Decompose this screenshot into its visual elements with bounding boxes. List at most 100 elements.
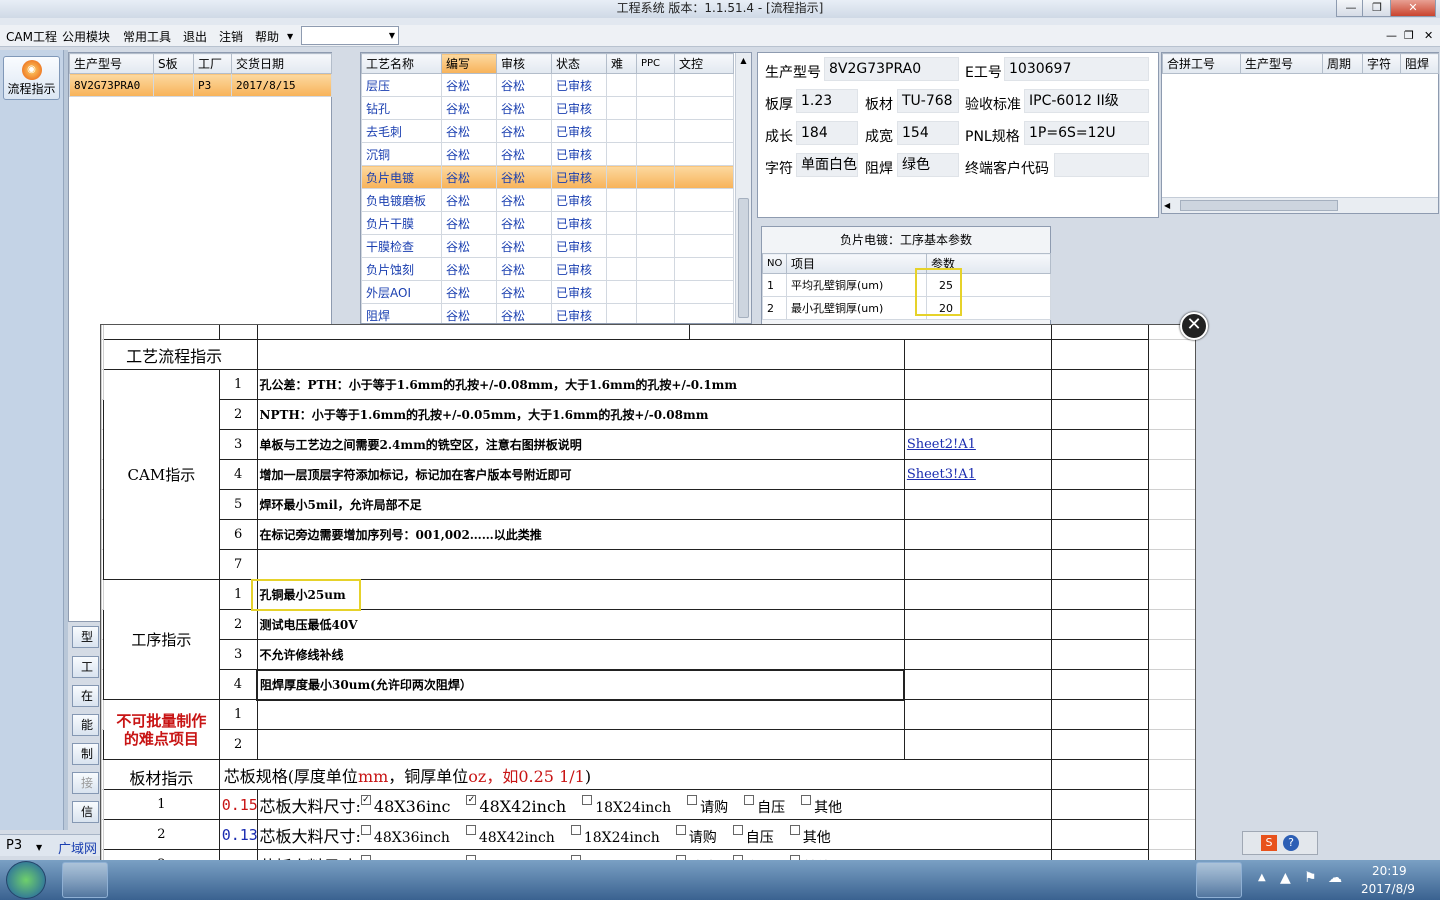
menu-tools[interactable]: 常用工具 (123, 28, 171, 45)
col-delivery-date[interactable]: 交货日期 (231, 53, 332, 74)
menu-help[interactable]: 帮助 (255, 28, 279, 45)
cam-instruction[interactable] (256, 549, 905, 580)
core-option[interactable]: 其他 (801, 794, 842, 816)
checkbox[interactable] (732, 824, 743, 835)
proc-row[interactable]: 4 阻焊厚度最小30um(允许印两次阻焊） (101, 668, 1195, 701)
cam-instruction[interactable]: 单板与工艺边之间需要2.4mm的铣空区，注意右图拼板说明 (256, 429, 905, 460)
menu-logout[interactable]: 注销 (219, 28, 243, 45)
col-merge-char[interactable]: 字符 (1362, 53, 1401, 74)
table-row[interactable]: 钻孔 谷松 谷松 已审核 (361, 96, 734, 120)
menu-common-modules[interactable]: 公用模块 (62, 28, 110, 45)
hard-row[interactable]: 2 (101, 729, 1195, 760)
thick-field[interactable]: 1.23 (796, 89, 858, 113)
sidebar-btn-info[interactable]: 信 (72, 801, 99, 823)
core-option[interactable]: 自压 (732, 824, 774, 846)
col-doc-control[interactable]: 文控 (674, 53, 734, 74)
sidebar-btn-capacity[interactable]: 能 (72, 714, 99, 736)
col-ppc[interactable]: PPC (636, 53, 675, 74)
cam-instruction[interactable]: 焊环最小5mil，允许局部不足 (256, 489, 905, 520)
table-row[interactable]: 2 最小孔壁铜厚(um) 20 (762, 296, 1051, 320)
core-option[interactable]: 48X42inch (465, 824, 555, 846)
core-thickness[interactable]: 0.13 (218, 819, 258, 850)
tray-expand-icon[interactable]: ▲ (1258, 872, 1266, 883)
cam-row[interactable]: 6 在标记旁边需要增加序列号：001,002……以此类推 (101, 519, 1195, 550)
help-dropdown-icon[interactable]: ▼ (287, 32, 293, 41)
sheet-link[interactable] (903, 549, 1052, 580)
core-row[interactable]: 1 0.15 芯板大料尺寸:✓ 48X36inc ✓ 48X42inch 18X24inch… (101, 789, 1195, 820)
char-field[interactable]: 单面白色 (796, 153, 858, 177)
pnl-field[interactable]: 1P=6S=12U (1024, 121, 1149, 145)
core-option[interactable]: 自压 (744, 794, 785, 816)
clock-date[interactable]: 2017/8/9 (1361, 882, 1415, 896)
sidebar-btn-model[interactable]: 型 (72, 626, 99, 648)
sidebar-btn-receive[interactable]: 接 (72, 772, 99, 794)
proc-instruction[interactable]: 不允许修线补线 (256, 639, 905, 670)
wid-field[interactable]: 154 (897, 121, 959, 145)
table-row[interactable]: 8V2G73PRA0 P3 2017/8/15 (69, 73, 332, 97)
mdi-minimize-icon[interactable]: — (1386, 29, 1397, 42)
cam-row[interactable]: CAM指示 1 孔公差：PTH：小于等于1.6mm的孔按+/-0.08mm，大于1.… (101, 369, 1195, 580)
proc-row[interactable]: 3 不允许修线补线 (101, 639, 1195, 670)
hard-item[interactable] (256, 729, 905, 760)
len-field[interactable]: 184 (796, 121, 858, 145)
hard-item[interactable] (256, 699, 905, 730)
close-sheet-button[interactable]: ✕ (1180, 312, 1208, 340)
material-field[interactable]: TU-768 (897, 89, 959, 113)
col-param-item[interactable]: 项目 (786, 253, 927, 274)
taskbar-app-icon[interactable] (62, 862, 108, 898)
core-option[interactable]: 18X24inch (582, 794, 671, 816)
proc-row[interactable]: 2 测试电压最低40V (101, 609, 1195, 640)
ime-toolbar[interactable]: S ? (1242, 831, 1318, 855)
col-param-no[interactable]: NO (762, 253, 787, 274)
browser-icon[interactable]: ☁ (1328, 870, 1342, 886)
col-merge-eno[interactable]: 合拼工号 (1162, 53, 1241, 74)
sheet-link[interactable] (903, 369, 1052, 400)
core-option[interactable]: ✓ 48X42inch (466, 794, 566, 816)
table-row[interactable]: 去毛刺 谷松 谷松 已审核 (361, 119, 734, 143)
cam-row[interactable]: 7 (101, 549, 1195, 580)
sheet-link[interactable] (903, 489, 1052, 520)
mdi-close-icon[interactable]: ✕ (1424, 29, 1433, 42)
table-row[interactable]: 1 平均孔壁铜厚(um) 25 (762, 273, 1051, 297)
process-scrollbar[interactable]: ▲ (735, 53, 751, 323)
ime-icon[interactable]: S (1261, 835, 1277, 851)
table-row[interactable]: 沉铜 谷松 谷松 已审核 (361, 142, 734, 166)
checkbox[interactable] (465, 824, 476, 835)
checkbox[interactable] (801, 794, 812, 805)
core-option[interactable]: 18X24inch (570, 824, 660, 846)
sidebar-btn-wip[interactable]: 在 (72, 685, 99, 707)
col-reviewer[interactable]: 审核 (496, 53, 552, 74)
sheet-link[interactable]: Sheet3!A1 (903, 459, 1052, 490)
flag-icon[interactable]: ⚑ (1304, 870, 1317, 886)
sidebar-btn-work[interactable]: 工 (72, 656, 99, 678)
core-thickness[interactable]: 0.15 (218, 789, 258, 820)
cam-row[interactable]: 2 NPTH：小于等于1.6mm的孔按+/-0.05mm，大于1.6mm的孔按+/… (101, 399, 1195, 430)
factory-dropdown-icon[interactable]: ▼ (36, 843, 42, 852)
scroll-left-icon[interactable]: ◀ (1164, 201, 1170, 210)
checkbox[interactable] (582, 794, 593, 805)
proc-instruction[interactable]: 阻焊厚度最小30um(允许印两次阻焊） (256, 668, 906, 701)
cam-row[interactable]: 3 单板与工艺边之间需要2.4mm的铣空区，注意右图拼板说明 Sheet2!A1 (101, 429, 1195, 460)
checkbox[interactable] (687, 794, 698, 805)
core-option[interactable]: 请购 (687, 794, 728, 816)
core-option[interactable]: 其他 (789, 824, 831, 846)
mask-field[interactable]: 绿色 (897, 153, 959, 177)
col-status[interactable]: 状态 (551, 53, 607, 74)
cam-instruction[interactable]: 增加一层顶层字符添加标记，标记加在客户版本号附近即可 (256, 459, 905, 490)
checkbox[interactable] (360, 824, 371, 835)
col-prod-model[interactable]: 生产型号 (69, 53, 154, 74)
col-merge-model[interactable]: 生产型号 (1240, 53, 1323, 74)
flow-instruction-button[interactable]: ◉ 流程指示 (3, 56, 60, 100)
core-row[interactable]: 2 0.13 芯板大料尺寸: 48X36inch 48X42inch 18X24inch 请… (101, 819, 1195, 850)
checkbox[interactable]: ✓ (360, 794, 371, 805)
checkbox[interactable] (789, 824, 800, 835)
cam-row[interactable]: 5 焊环最小5mil，允许局部不足 (101, 489, 1195, 520)
scroll-up-icon[interactable]: ▲ (736, 53, 751, 69)
cam-instruction[interactable]: 在标记旁边需要增加序列号：001,002……以此类推 (256, 519, 905, 550)
sheet-link[interactable] (903, 519, 1052, 550)
core-option[interactable]: ✓ 48X36inc (360, 794, 450, 816)
checkbox[interactable] (744, 794, 755, 805)
clock-time[interactable]: 20:19 (1372, 864, 1407, 878)
col-difficult[interactable]: 难 (606, 53, 637, 74)
menu-combo[interactable]: ▼ (301, 26, 399, 45)
